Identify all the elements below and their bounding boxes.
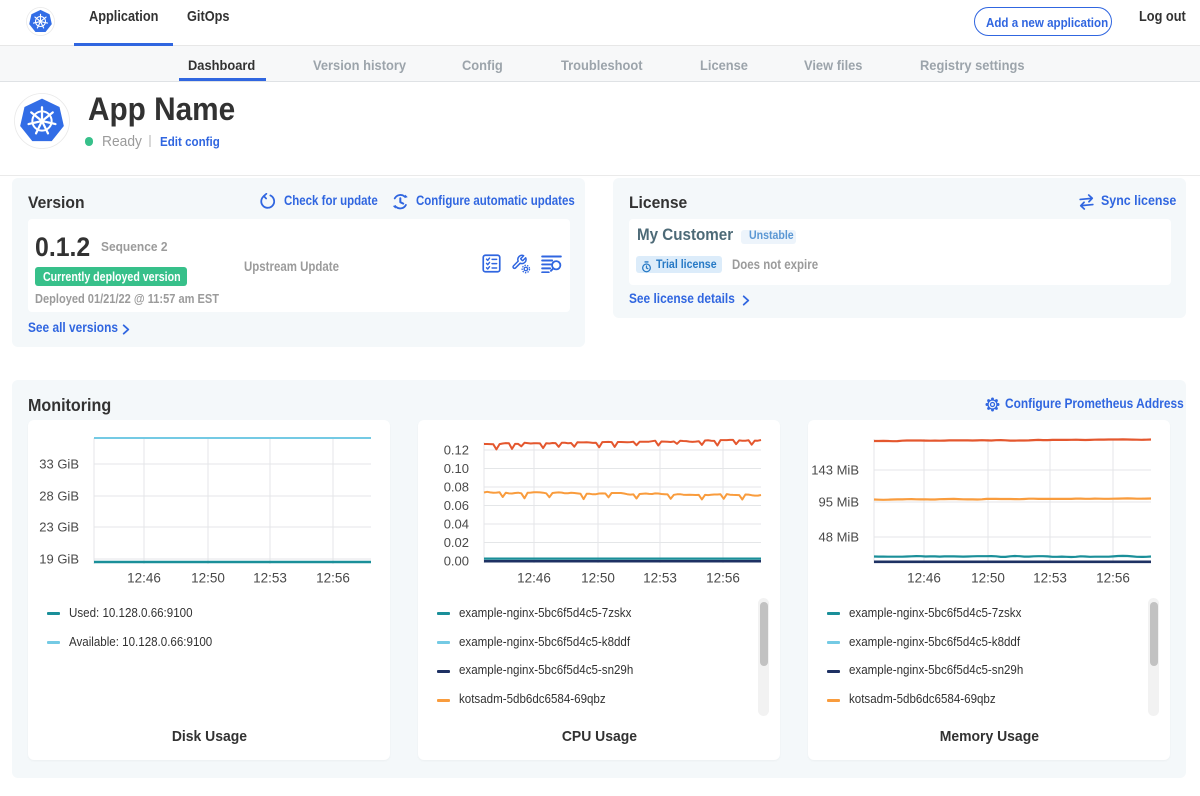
svg-text:12:56: 12:56	[1096, 571, 1130, 586]
svg-text:12:46: 12:46	[517, 571, 551, 586]
svg-text:12:50: 12:50	[191, 571, 225, 586]
svg-text:33 GiB: 33 GiB	[39, 457, 79, 472]
svg-text:0.08: 0.08	[444, 480, 469, 495]
svg-text:12:53: 12:53	[1033, 571, 1067, 586]
svg-text:0.04: 0.04	[444, 517, 469, 532]
svg-text:12:56: 12:56	[706, 571, 740, 586]
svg-text:12:53: 12:53	[643, 571, 677, 586]
svg-text:12:53: 12:53	[253, 571, 287, 586]
svg-text:0.06: 0.06	[444, 498, 469, 513]
svg-text:12:46: 12:46	[127, 571, 161, 586]
svg-text:12:56: 12:56	[316, 571, 350, 586]
svg-text:0.12: 0.12	[444, 443, 469, 458]
svg-text:12:50: 12:50	[581, 571, 615, 586]
svg-text:19 GiB: 19 GiB	[39, 552, 79, 567]
svg-text:12:46: 12:46	[907, 571, 941, 586]
svg-text:95 MiB: 95 MiB	[819, 495, 859, 510]
svg-text:0.10: 0.10	[444, 461, 469, 476]
svg-text:0.00: 0.00	[444, 554, 469, 569]
svg-text:12:50: 12:50	[971, 571, 1005, 586]
svg-text:0.02: 0.02	[444, 535, 469, 550]
svg-text:23 GiB: 23 GiB	[39, 520, 79, 535]
svg-text:28 GiB: 28 GiB	[39, 489, 79, 504]
svg-text:143 MiB: 143 MiB	[811, 463, 859, 478]
svg-text:48 MiB: 48 MiB	[819, 530, 859, 545]
